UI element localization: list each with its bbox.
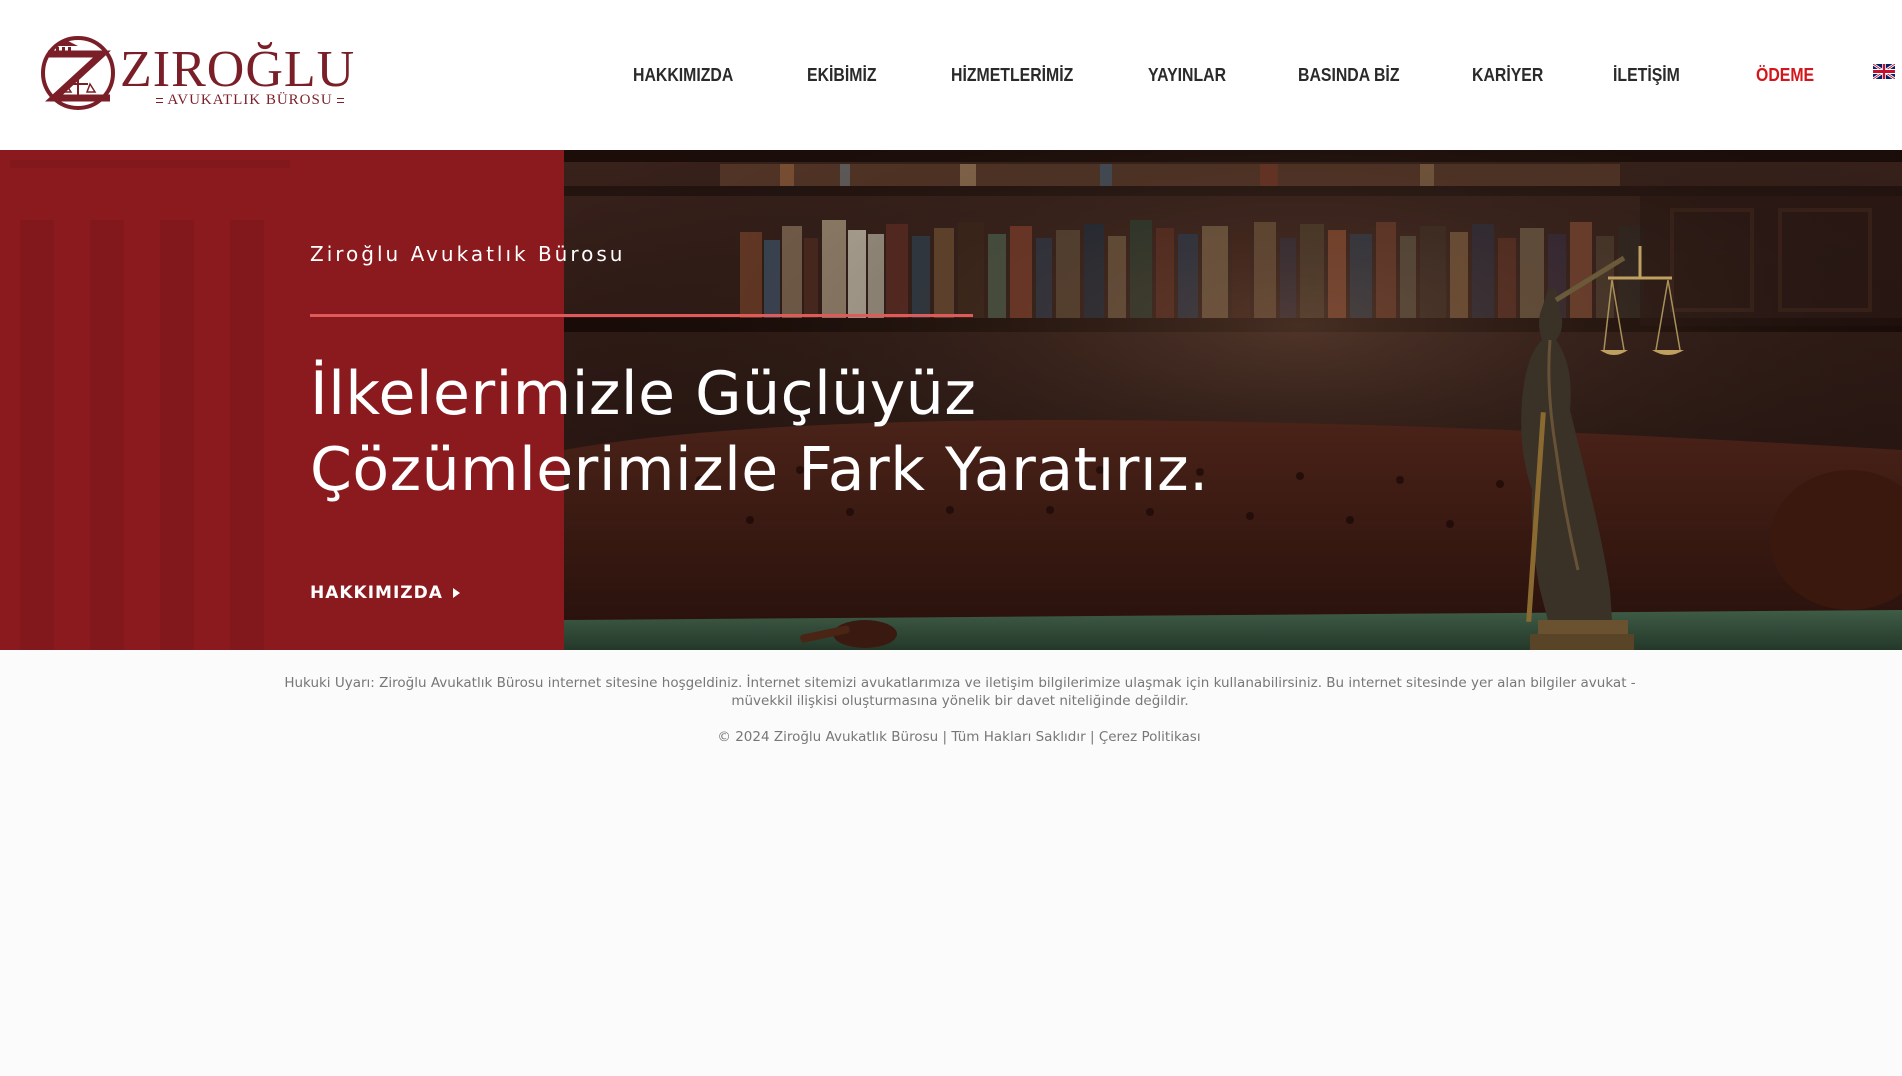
site-header: ZIROĞLU AVUKATLIK BÜROSU HAKKIMIZDA EKİB… [0, 0, 1902, 150]
hero-about-button[interactable]: HAKKIMIZDA [310, 580, 460, 606]
nav-ekibimiz[interactable]: EKİBİMİZ [807, 60, 877, 90]
hero-column-decoration [20, 220, 54, 650]
hero-column-decoration [90, 220, 124, 650]
hero-column-decoration [160, 220, 194, 650]
play-arrow-icon [452, 588, 460, 598]
hero-about-button-label: HAKKIMIZDA [310, 583, 443, 603]
hero-headline: İlkelerimizle Güçlüyüz Çözümlerimizle Fa… [310, 356, 1310, 508]
nav-hizmetlerimiz[interactable]: HİZMETLERİMİZ [951, 60, 1073, 90]
nav-kariyer[interactable]: KARİYER [1472, 60, 1543, 90]
copyright-text: © 2024 Ziroğlu Avukatlık Bürosu [717, 729, 939, 745]
nav-iletisim[interactable]: İLETİŞİM [1613, 60, 1680, 90]
rights-text: Tüm Hakları Saklıdır [951, 729, 1086, 745]
main-nav: HAKKIMIZDA EKİBİMİZ HİZMETLERİMİZ YAYINL… [0, 60, 1902, 90]
nav-hakkimizda[interactable]: HAKKIMIZDA [633, 60, 733, 90]
nav-yayinlar[interactable]: YAYINLAR [1148, 60, 1226, 90]
cookie-policy-link[interactable]: Çerez Politikası [1099, 729, 1201, 745]
footer-separator: | [1089, 729, 1095, 745]
logo-subtitle-row: AVUKATLIK BÜROSU [156, 91, 345, 108]
hero-banner: Ziroğlu Avukatlık Bürosu İlkelerimizle G… [0, 150, 1902, 650]
copyright-line: © 2024 Ziroğlu Avukatlık Bürosu | Tüm Ha… [0, 728, 1902, 746]
hero-column-decoration [230, 220, 264, 650]
logo-rule-left [156, 97, 164, 103]
hero-divider [310, 314, 973, 317]
uk-flag-icon[interactable] [1873, 64, 1895, 79]
hero-pediment-decoration [10, 160, 290, 220]
nav-odeme[interactable]: ÖDEME [1756, 60, 1814, 90]
logo-rule-right [336, 97, 345, 103]
footer-separator: | [942, 729, 948, 745]
hero-headline-line-2: Çözümlerimizle Fark Yaratırız. [310, 435, 1209, 505]
nav-basinda-biz[interactable]: BASINDA BİZ [1298, 60, 1400, 90]
legal-disclaimer: Hukuki Uyarı: Ziroğlu Avukatlık Bürosu i… [284, 675, 1636, 709]
hero-eyebrow: Ziroğlu Avukatlık Bürosu [310, 242, 626, 266]
hero-headline-line-1: İlkelerimizle Güçlüyüz [310, 359, 977, 429]
logo-subtitle: AVUKATLIK BÜROSU [167, 91, 333, 108]
